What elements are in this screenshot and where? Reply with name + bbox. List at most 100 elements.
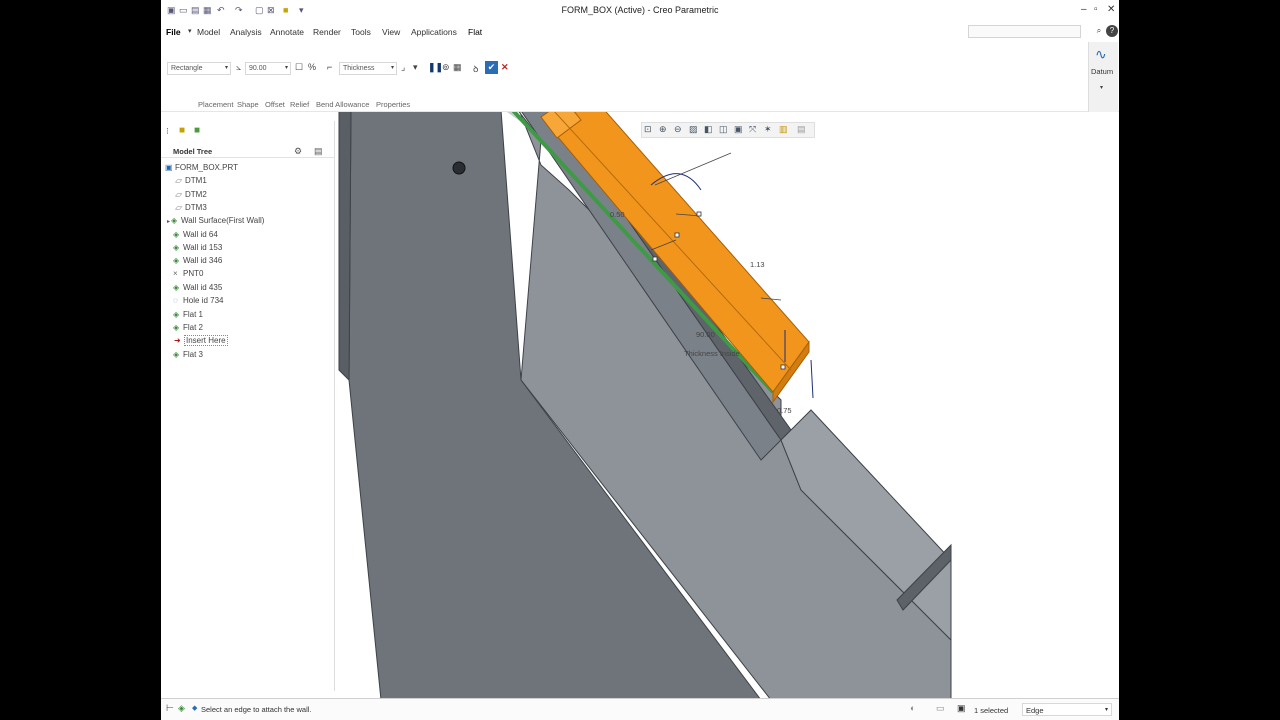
sheetmetal-wall-icon: ◈ [173,310,180,319]
tree-item-label: Wall id 153 [183,243,223,252]
tab-tools[interactable]: Tools [351,27,371,37]
view-manager-icon[interactable]: ▤ [797,124,806,135]
tree-item-insert-here[interactable]: ➜ Insert Here [174,335,228,348]
refit-icon[interactable]: ⊡ [644,124,652,135]
tree-item-wall-64[interactable]: ◈ Wall id 64 [173,230,218,242]
tab-render[interactable]: Render [313,27,341,37]
title-bar: ▣ ▭ ▤ ▦ ↶ ↷ ▢ ⊠ ■ ▾ FORM_BOX (Active) - … [161,0,1119,22]
file-menu[interactable]: File [166,27,181,37]
subtab-placement[interactable]: Placement [198,100,233,109]
tab-model[interactable]: Model [197,27,220,37]
datum-sketch-icon[interactable]: ∿ [1095,46,1107,63]
shape-type-select[interactable]: Rectangle ▾ [167,62,231,75]
tree-item-label: DTM1 [185,176,207,185]
tree-item-label: FORM_BOX.PRT [175,163,238,172]
preview-icon[interactable]: ⊚ [442,62,450,73]
pause-icon[interactable]: ❚❚ [428,62,443,73]
tree-settings-icon[interactable]: ⚙ [294,146,302,157]
tab-analysis[interactable]: Analysis [230,27,262,37]
expand-arrow-icon[interactable]: ▸ [167,219,170,225]
tree-toggle-icon[interactable]: ⁝ [166,126,169,137]
search-input[interactable] [968,25,1081,38]
spin-center-icon[interactable]: ✶ [764,124,772,135]
geometry-preview-icon[interactable]: ▦ [453,62,462,73]
zoom-out-icon[interactable]: ⊖ [674,124,682,135]
datum-arrow-icon[interactable]: ▾ [1100,84,1103,91]
model-geometry[interactable] [336,112,1119,698]
tab-view[interactable]: View [382,27,400,37]
tree-item-dtm2[interactable]: ▱ DTM2 [175,190,207,202]
tab-flat[interactable]: Flat [468,27,482,37]
datum-plane-icon: ▱ [175,190,182,199]
dimension-length-label[interactable]: 1.13 [750,260,765,269]
tab-applications[interactable]: Applications [411,27,457,37]
subtab-shape[interactable]: Shape [237,100,259,109]
thickness-mode-value: Thickness [343,65,375,72]
tree-item-wall-153[interactable]: ◈ Wall id 153 [173,243,222,255]
angle-icon: ⦣ [236,62,242,72]
dimension-angle-label[interactable]: 90.00 [696,330,715,339]
tree-item-wall-435[interactable]: ◈ Wall id 435 [173,283,222,295]
tab-annotate[interactable]: Annotate [270,27,304,37]
reorient-icon[interactable]: ◧ [704,124,713,135]
filter-value: Edge [1026,706,1044,715]
dimension-offset-label[interactable]: 0.50 [610,210,625,219]
help-icon[interactable]: ? [1106,25,1118,37]
tree-item-pnt0[interactable]: × PNT0 [173,269,203,281]
minimize-icon[interactable]: – [1081,4,1087,15]
verify-icon[interactable]: ꝺ [473,62,478,75]
selection-toggle-icon[interactable]: ▭ [936,703,945,714]
repaint-icon[interactable]: ▨ [689,124,698,135]
display-style-icon[interactable]: ▣ [734,124,743,135]
regen-manager-icon[interactable]: ◐ [910,703,915,713]
tree-item-part[interactable]: ▣ FORM_BOX.PRT [165,163,238,175]
angle-input[interactable]: 90.00 ▾ [245,62,291,75]
tree-item-wall-346[interactable]: ◈ Wall id 346 [173,256,222,268]
maximize-icon[interactable]: ▫ [1094,4,1098,15]
window-title: FORM_BOX (Active) - Creo Parametric [561,5,719,15]
cancel-x-icon[interactable]: ✕ [501,62,509,73]
sheetmetal-wall-icon: ◈ [173,323,180,332]
radius-side-icon[interactable]: ⌟ [401,62,405,73]
angle-value: 90.00 [249,65,267,72]
layer-tree-icon[interactable]: ■ [194,125,200,136]
search-icon[interactable]: ⌕ [1093,25,1105,37]
datum-display-icon[interactable]: ⤧ [749,124,756,135]
thickness-mode-select[interactable]: Thickness ▾ [339,62,397,75]
tree-item-flat-3[interactable]: ◈ Flat 3 [173,350,203,362]
subtab-offset[interactable]: Offset [265,100,285,109]
graphics-toolbar [641,122,815,138]
regen-status-icon[interactable]: ◈ [178,703,185,714]
datum-plane-icon: ▱ [175,203,182,212]
tree-item-first-wall[interactable]: ▸◈ Wall Surface(First Wall) [167,216,264,228]
subtab-relief[interactable]: Relief [290,100,309,109]
tree-columns-icon[interactable]: ▤ [314,146,323,157]
dimension-height-label[interactable]: 0.75 [777,406,792,415]
tree-item-hole-734[interactable]: ◌ Hole id 734 [173,296,223,308]
show-tree-icon[interactable]: ⊢ [166,703,174,714]
sheetmetal-wall-icon: ◈ [173,256,180,265]
tree-item-flat-2[interactable]: ◈ Flat 2 [173,323,203,335]
thickness-side-label[interactable]: Thickness Inside [684,349,740,358]
thickness-side-icon[interactable]: ⌐ [327,62,332,72]
tree-item-flat-1[interactable]: ◈ Flat 1 [173,310,203,322]
selection-filter-icon[interactable]: ▣ [957,703,966,714]
datum-label[interactable]: Datum [1091,67,1113,76]
tree-folder-icon[interactable]: ■ [179,125,185,136]
tree-item-dtm3[interactable]: ▱ DTM3 [175,203,207,215]
tree-item-dtm1[interactable]: ▱ DTM1 [175,176,207,188]
tree-item-label: Hole id 734 [183,296,224,305]
more-options-arrow-icon[interactable]: ▾ [413,62,418,73]
zoom-in-icon[interactable]: ⊕ [659,124,667,135]
apply-checkmark-icon[interactable]: ✔ [485,61,498,74]
file-menu-arrow-icon: ▾ [188,28,192,35]
bend-relief-icon[interactable]: % [308,62,316,72]
subtab-bend-allowance[interactable]: Bend Allowance [316,100,369,109]
subtab-properties[interactable]: Properties [376,100,410,109]
flip-angle-icon[interactable]: ☐ [295,62,303,73]
annotation-display-icon[interactable]: ▥ [779,124,788,135]
selection-filter-select[interactable]: Edge ▾ [1022,703,1112,716]
graphics-window[interactable] [336,112,1119,698]
saved-views-icon[interactable]: ◫ [719,124,728,135]
close-icon[interactable]: ✕ [1107,4,1115,15]
